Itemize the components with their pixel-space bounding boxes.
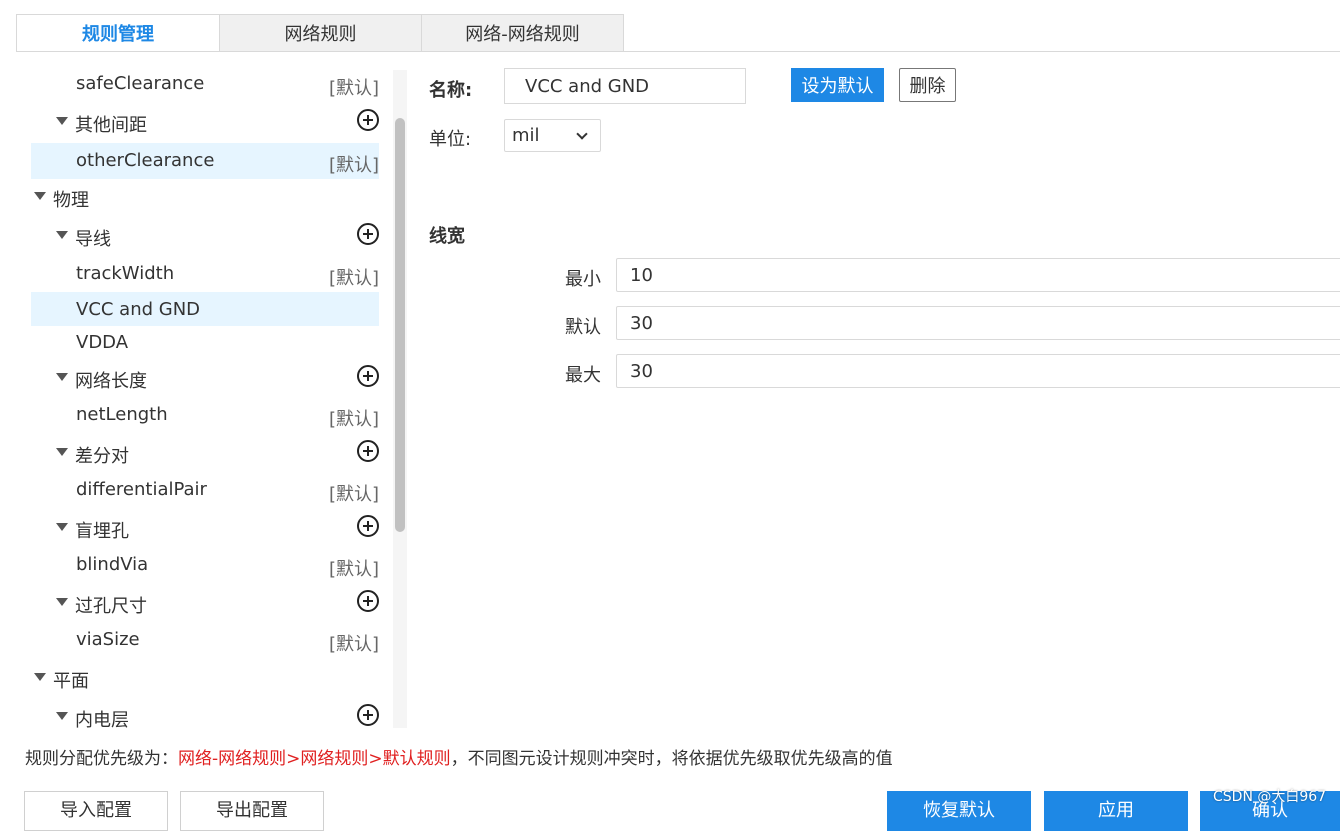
tree-item-net-length[interactable]: netLength [默认] xyxy=(31,397,379,433)
default-tag: [默认] xyxy=(328,78,379,99)
caret-down-icon[interactable] xyxy=(56,448,68,456)
apply-button[interactable]: 应用 xyxy=(1044,791,1188,831)
unit-select-value: mil xyxy=(512,125,540,146)
rule-name-input[interactable] xyxy=(504,68,746,104)
priority-suffix: ，不同图元设计规则冲突时，将依据优先级取优先级高的值 xyxy=(450,749,893,769)
add-rule-icon[interactable] xyxy=(357,109,379,131)
tree-group-track[interactable]: 导线 xyxy=(31,218,379,254)
caret-down-icon[interactable] xyxy=(34,192,46,200)
tree-group-label: 盲埋孔 xyxy=(75,521,129,542)
tree-group-inner-layer[interactable]: 内电层 xyxy=(31,699,379,728)
add-rule-icon[interactable] xyxy=(357,223,379,245)
tree-item-label: trackWidth xyxy=(76,263,175,284)
default-tag: [默认] xyxy=(328,268,379,289)
default-tag: [默认] xyxy=(328,484,379,505)
tree-item-track-width[interactable]: trackWidth [默认] xyxy=(31,256,379,292)
max-width-input[interactable] xyxy=(616,354,1340,388)
add-rule-icon[interactable] xyxy=(357,440,379,462)
priority-note: 规则分配优先级为：网络-网络规则>网络规则>默认规则，不同图元设计规则冲突时，将… xyxy=(25,744,893,769)
priority-prefix: 规则分配优先级为： xyxy=(25,749,178,769)
tree-item-label: blindVia xyxy=(76,554,149,575)
tree-item-label: otherClearance xyxy=(76,150,215,171)
delete-button[interactable]: 删除 xyxy=(899,68,956,102)
rule-tree: safeClearance [默认] 其他间距 otherClearance [… xyxy=(0,66,393,728)
caret-down-icon[interactable] xyxy=(56,523,68,531)
tree-group-plane[interactable]: 平面 xyxy=(31,660,379,696)
tree-item-safe-clearance[interactable]: safeClearance [默认] xyxy=(31,66,379,102)
min-label: 最小 xyxy=(565,269,601,290)
tree-group-via-size[interactable]: 过孔尺寸 xyxy=(31,585,379,621)
watermark: CSDN @大白967 xyxy=(1213,789,1327,805)
tab-net-rules[interactable]: 网络规则 xyxy=(219,14,422,52)
caret-down-icon[interactable] xyxy=(56,598,68,606)
tab-net-to-net-rules[interactable]: 网络-网络规则 xyxy=(421,14,624,52)
tree-group-net-length[interactable]: 网络长度 xyxy=(31,360,379,396)
add-rule-icon[interactable] xyxy=(357,515,379,537)
tree-group-label: 平面 xyxy=(53,671,89,692)
add-rule-icon[interactable] xyxy=(357,704,379,726)
caret-down-icon[interactable] xyxy=(56,231,68,239)
default-tag: [默认] xyxy=(328,409,379,430)
caret-down-icon[interactable] xyxy=(56,373,68,381)
set-default-button[interactable]: 设为默认 xyxy=(791,68,884,102)
tree-group-differential-pair[interactable]: 差分对 xyxy=(31,435,379,471)
unit-label: 单位: xyxy=(429,129,472,150)
add-rule-icon[interactable] xyxy=(357,590,379,612)
section-title-track-width: 线宽 xyxy=(429,226,465,247)
tree-item-via-size[interactable]: viaSize [默认] xyxy=(31,622,379,658)
default-label: 默认 xyxy=(565,317,601,338)
export-config-button[interactable]: 导出配置 xyxy=(180,791,324,831)
tree-item-label: VCC and GND xyxy=(76,299,201,320)
tree-group-label: 差分对 xyxy=(75,446,129,467)
chevron-down-icon xyxy=(576,128,588,140)
default-tag: [默认] xyxy=(328,559,379,580)
caret-down-icon[interactable] xyxy=(56,117,68,125)
tree-item-label: VDDA xyxy=(76,332,129,353)
restore-default-button[interactable]: 恢复默认 xyxy=(887,791,1031,831)
tree-group-label: 其他间距 xyxy=(75,115,147,136)
tab-bar: 规则管理 网络规则 网络-网络规则 xyxy=(16,14,624,52)
tree-group-physical[interactable]: 物理 xyxy=(31,179,379,215)
tree-item-label: netLength xyxy=(76,404,168,425)
min-width-input[interactable] xyxy=(616,258,1340,292)
name-label: 名称: xyxy=(429,80,473,101)
tree-item-vcc-and-gnd[interactable]: VCC and GND xyxy=(31,292,379,326)
add-rule-icon[interactable] xyxy=(357,365,379,387)
tree-group-label: 物理 xyxy=(53,190,89,211)
tree-group-other-clearance[interactable]: 其他间距 xyxy=(31,104,379,140)
tab-divider xyxy=(16,51,1340,52)
tree-item-label: differentialPair xyxy=(76,479,207,500)
default-width-input[interactable] xyxy=(616,306,1340,340)
caret-down-icon[interactable] xyxy=(56,712,68,720)
tree-item-blind-via[interactable]: blindVia [默认] xyxy=(31,547,379,583)
tree-item-differential-pair[interactable]: differentialPair [默认] xyxy=(31,472,379,508)
tree-group-label: 过孔尺寸 xyxy=(75,596,147,617)
tree-item-label: viaSize xyxy=(76,629,140,650)
caret-down-icon[interactable] xyxy=(34,673,46,681)
import-config-button[interactable]: 导入配置 xyxy=(24,791,168,831)
default-tag: [默认] xyxy=(328,634,379,655)
tree-scrollbar-thumb[interactable] xyxy=(395,118,405,532)
tree-item-vdda[interactable]: VDDA xyxy=(31,325,379,361)
tree-item-label: safeClearance xyxy=(76,73,205,94)
tree-group-blind-via[interactable]: 盲埋孔 xyxy=(31,510,379,546)
tree-group-label: 网络长度 xyxy=(75,371,147,392)
tree-item-other-clearance[interactable]: otherClearance [默认] xyxy=(31,143,379,179)
priority-order: 网络-网络规则>网络规则>默认规则 xyxy=(178,749,451,769)
default-tag: [默认] xyxy=(328,155,379,176)
tab-rule-management[interactable]: 规则管理 xyxy=(16,14,220,52)
max-label: 最大 xyxy=(565,365,601,386)
tree-group-label: 导线 xyxy=(75,229,111,250)
tree-group-label: 内电层 xyxy=(75,710,129,728)
unit-select[interactable]: mil xyxy=(504,119,601,152)
